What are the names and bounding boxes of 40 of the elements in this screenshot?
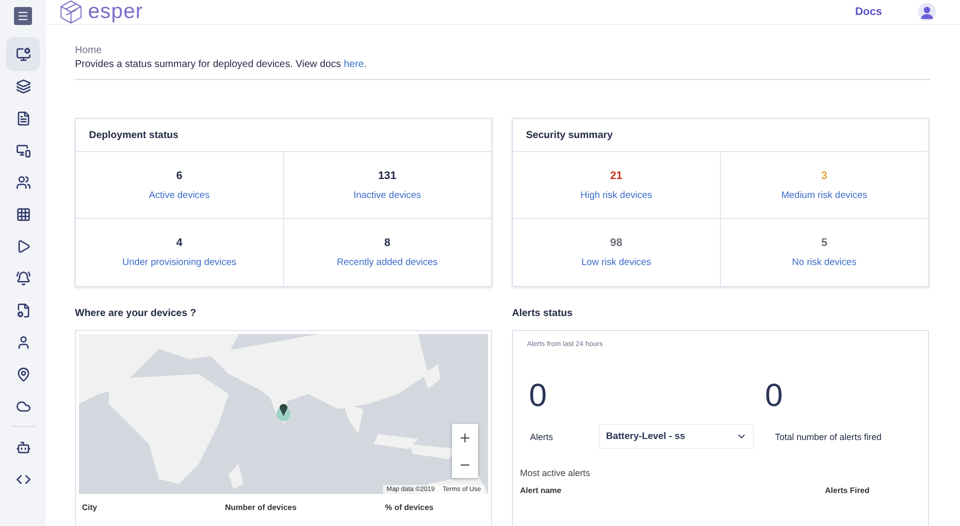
stat-link[interactable]: No risk devices bbox=[792, 257, 856, 268]
stat-value: 98 bbox=[610, 237, 622, 249]
alerts-label: Alerts bbox=[530, 432, 554, 442]
docs-link[interactable]: here bbox=[344, 59, 364, 70]
stat-link[interactable]: Active devices bbox=[148, 190, 210, 200]
stat-link[interactable]: Recently added devices bbox=[336, 257, 438, 268]
column-header: Alert name bbox=[520, 486, 562, 495]
docs-link[interactable]: Docs bbox=[855, 6, 882, 18]
column-header: City bbox=[82, 503, 98, 512]
stat-value: 131 bbox=[378, 170, 396, 182]
logo-text: esper bbox=[88, 0, 144, 24]
total-count: 0 bbox=[765, 377, 784, 414]
subsection-title: Most active alerts bbox=[520, 468, 592, 478]
stat-link[interactable]: Under provisioning devices bbox=[122, 257, 236, 268]
section-title: Where are your devices ? bbox=[75, 308, 198, 319]
alert-dropdown[interactable]: Battery-Level - ss bbox=[599, 424, 754, 449]
column-header: % of devices bbox=[385, 503, 434, 512]
zoom-in-button[interactable]: + bbox=[452, 424, 478, 451]
stat-link[interactable]: Inactive devices bbox=[353, 190, 422, 200]
stat-value: 6 bbox=[176, 170, 182, 182]
stat-value: 8 bbox=[384, 237, 390, 249]
card-title: Deployment status bbox=[76, 119, 491, 152]
stat-value: 5 bbox=[821, 237, 828, 249]
stat-value: 3 bbox=[821, 170, 828, 182]
stat-link[interactable]: Low risk devices bbox=[581, 257, 652, 268]
total-label: Total number of alerts fired bbox=[774, 432, 883, 442]
menu-icon[interactable] bbox=[14, 7, 32, 25]
column-header: Alerts Fired bbox=[825, 486, 870, 495]
alerts-count: 0 bbox=[529, 377, 548, 414]
section-title: Alerts status bbox=[512, 308, 574, 319]
breadcrumb: Home bbox=[75, 45, 103, 56]
column-header: Number of devices bbox=[225, 503, 298, 512]
zoom-out-button[interactable]: − bbox=[452, 451, 478, 478]
avatar-icon[interactable] bbox=[918, 3, 936, 21]
stat-link[interactable]: Medium risk devices bbox=[781, 190, 868, 200]
card-title: Security summary bbox=[513, 119, 928, 152]
stat-link[interactable]: High risk devices bbox=[580, 190, 652, 200]
stat-value: 21 bbox=[610, 170, 622, 182]
stat-value: 4 bbox=[176, 237, 182, 249]
page-description: Provides a status summary for deployed devices. View docs here. bbox=[75, 59, 930, 80]
